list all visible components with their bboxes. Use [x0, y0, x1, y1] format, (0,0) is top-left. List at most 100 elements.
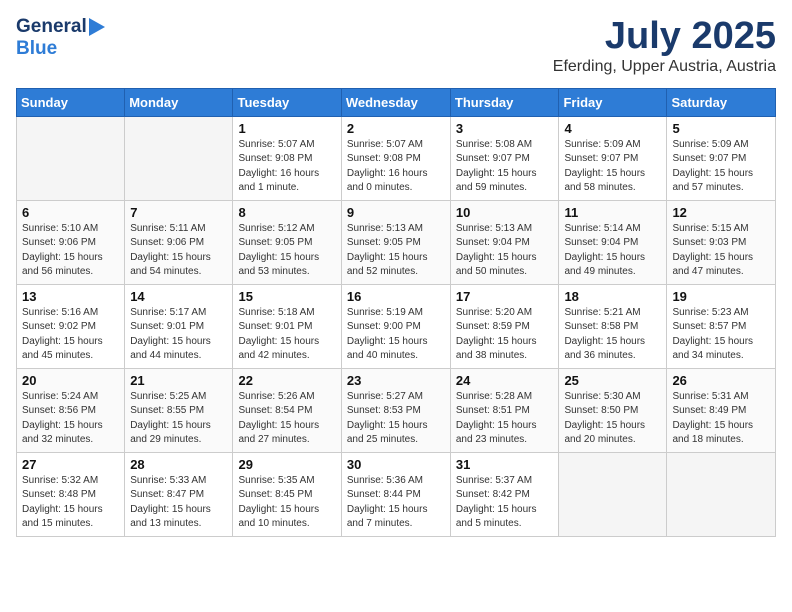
calendar-day-cell: 14 Sunrise: 5:17 AM Sunset: 9:01 PM Dayli…	[125, 284, 233, 368]
day-detail: Sunrise: 5:25 AM Sunset: 8:55 PM Dayligh…	[130, 390, 227, 448]
day-number: 4	[564, 121, 661, 136]
logo: General Blue	[16, 16, 105, 60]
day-detail: Sunrise: 5:15 AM Sunset: 9:03 PM Dayligh…	[672, 222, 770, 280]
day-number: 20	[22, 373, 119, 388]
day-number: 15	[238, 289, 335, 304]
day-detail: Sunrise: 5:19 AM Sunset: 9:00 PM Dayligh…	[347, 306, 445, 364]
calendar-day-cell: 21 Sunrise: 5:25 AM Sunset: 8:55 PM Dayli…	[125, 368, 233, 452]
day-number: 2	[347, 121, 445, 136]
day-detail: Sunrise: 5:23 AM Sunset: 8:57 PM Dayligh…	[672, 306, 770, 364]
day-detail: Sunrise: 5:33 AM Sunset: 8:47 PM Dayligh…	[130, 474, 227, 532]
calendar-day-cell: 16 Sunrise: 5:19 AM Sunset: 9:00 PM Dayli…	[341, 284, 450, 368]
calendar-day-cell: 4 Sunrise: 5:09 AM Sunset: 9:07 PM Daylig…	[559, 116, 667, 200]
day-number: 3	[456, 121, 554, 136]
calendar-week-row: 6 Sunrise: 5:10 AM Sunset: 9:06 PM Daylig…	[17, 200, 776, 284]
calendar-day-cell: 7Sunrise: 5:11 AM Sunset: 9:06 PM Daylig…	[125, 200, 233, 284]
day-detail: Sunrise: 5:07 AM Sunset: 9:08 PM Dayligh…	[347, 138, 445, 196]
day-detail: Sunrise: 5:12 AM Sunset: 9:05 PM Dayligh…	[238, 222, 335, 280]
title-block: July 2025 Eferding, Upper Austria, Austr…	[553, 16, 776, 76]
weekday-header: Monday	[125, 88, 233, 116]
day-detail: Sunrise: 5:31 AM Sunset: 8:49 PM Dayligh…	[672, 390, 770, 448]
calendar-day-cell: 20 Sunrise: 5:24 AM Sunset: 8:56 PM Dayli…	[17, 368, 125, 452]
calendar-day-cell	[667, 452, 776, 536]
calendar-header-row: SundayMondayTuesdayWednesdayThursdayFrid…	[17, 88, 776, 116]
calendar-day-cell: 12 Sunrise: 5:15 AM Sunset: 9:03 PM Dayli…	[667, 200, 776, 284]
day-number: 19	[672, 289, 770, 304]
day-number: 6	[22, 205, 119, 220]
calendar-day-cell	[125, 116, 233, 200]
calendar-day-cell: 1 Sunrise: 5:07 AM Sunset: 9:08 PM Daylig…	[233, 116, 341, 200]
day-detail: Sunrise: 5:17 AM Sunset: 9:01 PM Dayligh…	[130, 306, 227, 364]
day-number: 9	[347, 205, 445, 220]
day-detail: Sunrise: 5:26 AM Sunset: 8:54 PM Dayligh…	[238, 390, 335, 448]
calendar-week-row: 20 Sunrise: 5:24 AM Sunset: 8:56 PM Dayli…	[17, 368, 776, 452]
day-number: 1	[238, 121, 335, 136]
calendar-day-cell: 10Sunrise: 5:13 AM Sunset: 9:04 PM Dayli…	[450, 200, 559, 284]
calendar-day-cell: 27 Sunrise: 5:32 AM Sunset: 8:48 PM Dayli…	[17, 452, 125, 536]
day-number: 11	[564, 205, 661, 220]
calendar-table: SundayMondayTuesdayWednesdayThursdayFrid…	[16, 88, 776, 537]
day-number: 27	[22, 457, 119, 472]
day-number: 28	[130, 457, 227, 472]
page-header: General Blue July 2025 Eferding, Upper A…	[16, 16, 776, 76]
day-detail: Sunrise: 5:21 AM Sunset: 8:58 PM Dayligh…	[564, 306, 661, 364]
weekday-header: Thursday	[450, 88, 559, 116]
day-detail: Sunrise: 5:20 AM Sunset: 8:59 PM Dayligh…	[456, 306, 554, 364]
day-number: 17	[456, 289, 554, 304]
calendar-day-cell: 9Sunrise: 5:13 AM Sunset: 9:05 PM Daylig…	[341, 200, 450, 284]
calendar-day-cell: 30 Sunrise: 5:36 AM Sunset: 8:44 PM Dayli…	[341, 452, 450, 536]
weekday-header: Tuesday	[233, 88, 341, 116]
calendar-day-cell: 5Sunrise: 5:09 AM Sunset: 9:07 PM Daylig…	[667, 116, 776, 200]
day-number: 5	[672, 121, 770, 136]
calendar-day-cell: 25Sunrise: 5:30 AM Sunset: 8:50 PM Dayli…	[559, 368, 667, 452]
calendar-week-row: 27 Sunrise: 5:32 AM Sunset: 8:48 PM Dayli…	[17, 452, 776, 536]
calendar-day-cell: 24Sunrise: 5:28 AM Sunset: 8:51 PM Dayli…	[450, 368, 559, 452]
day-number: 14	[130, 289, 227, 304]
day-detail: Sunrise: 5:37 AM Sunset: 8:42 PM Dayligh…	[456, 474, 554, 532]
day-number: 22	[238, 373, 335, 388]
page-subtitle: Eferding, Upper Austria, Austria	[553, 58, 776, 76]
day-detail: Sunrise: 5:09 AM Sunset: 9:07 PM Dayligh…	[564, 138, 661, 196]
day-number: 31	[456, 457, 554, 472]
day-detail: Sunrise: 5:11 AM Sunset: 9:06 PM Dayligh…	[130, 222, 227, 280]
day-number: 24	[456, 373, 554, 388]
day-detail: Sunrise: 5:18 AM Sunset: 9:01 PM Dayligh…	[238, 306, 335, 364]
day-detail: Sunrise: 5:08 AM Sunset: 9:07 PM Dayligh…	[456, 138, 554, 196]
calendar-day-cell: 31 Sunrise: 5:37 AM Sunset: 8:42 PM Dayli…	[450, 452, 559, 536]
calendar-day-cell: 29Sunrise: 5:35 AM Sunset: 8:45 PM Dayli…	[233, 452, 341, 536]
day-number: 12	[672, 205, 770, 220]
day-number: 29	[238, 457, 335, 472]
day-number: 21	[130, 373, 227, 388]
calendar-day-cell: 22 Sunrise: 5:26 AM Sunset: 8:54 PM Dayli…	[233, 368, 341, 452]
day-detail: Sunrise: 5:32 AM Sunset: 8:48 PM Dayligh…	[22, 474, 119, 532]
calendar-day-cell: 28 Sunrise: 5:33 AM Sunset: 8:47 PM Dayli…	[125, 452, 233, 536]
day-detail: Sunrise: 5:27 AM Sunset: 8:53 PM Dayligh…	[347, 390, 445, 448]
calendar-day-cell	[17, 116, 125, 200]
calendar-day-cell: 19 Sunrise: 5:23 AM Sunset: 8:57 PM Dayli…	[667, 284, 776, 368]
calendar-day-cell: 23 Sunrise: 5:27 AM Sunset: 8:53 PM Dayli…	[341, 368, 450, 452]
logo-blue: Blue	[16, 38, 57, 59]
day-number: 26	[672, 373, 770, 388]
day-detail: Sunrise: 5:07 AM Sunset: 9:08 PM Dayligh…	[238, 138, 335, 196]
page-title: July 2025	[553, 16, 776, 58]
weekday-header: Saturday	[667, 88, 776, 116]
calendar-day-cell: 13Sunrise: 5:16 AM Sunset: 9:02 PM Dayli…	[17, 284, 125, 368]
logo-arrow-icon	[89, 18, 105, 36]
calendar-day-cell: 26 Sunrise: 5:31 AM Sunset: 8:49 PM Dayli…	[667, 368, 776, 452]
day-number: 30	[347, 457, 445, 472]
day-number: 16	[347, 289, 445, 304]
calendar-day-cell: 17 Sunrise: 5:20 AM Sunset: 8:59 PM Dayli…	[450, 284, 559, 368]
weekday-header: Sunday	[17, 88, 125, 116]
day-detail: Sunrise: 5:10 AM Sunset: 9:06 PM Dayligh…	[22, 222, 119, 280]
day-number: 18	[564, 289, 661, 304]
day-detail: Sunrise: 5:16 AM Sunset: 9:02 PM Dayligh…	[22, 306, 119, 364]
day-detail: Sunrise: 5:30 AM Sunset: 8:50 PM Dayligh…	[564, 390, 661, 448]
day-detail: Sunrise: 5:14 AM Sunset: 9:04 PM Dayligh…	[564, 222, 661, 280]
calendar-week-row: 13Sunrise: 5:16 AM Sunset: 9:02 PM Dayli…	[17, 284, 776, 368]
calendar-day-cell: 2 Sunrise: 5:07 AM Sunset: 9:08 PM Daylig…	[341, 116, 450, 200]
day-number: 23	[347, 373, 445, 388]
calendar-day-cell: 3 Sunrise: 5:08 AM Sunset: 9:07 PM Daylig…	[450, 116, 559, 200]
day-detail: Sunrise: 5:24 AM Sunset: 8:56 PM Dayligh…	[22, 390, 119, 448]
day-detail: Sunrise: 5:36 AM Sunset: 8:44 PM Dayligh…	[347, 474, 445, 532]
calendar-day-cell: 15 Sunrise: 5:18 AM Sunset: 9:01 PM Dayli…	[233, 284, 341, 368]
